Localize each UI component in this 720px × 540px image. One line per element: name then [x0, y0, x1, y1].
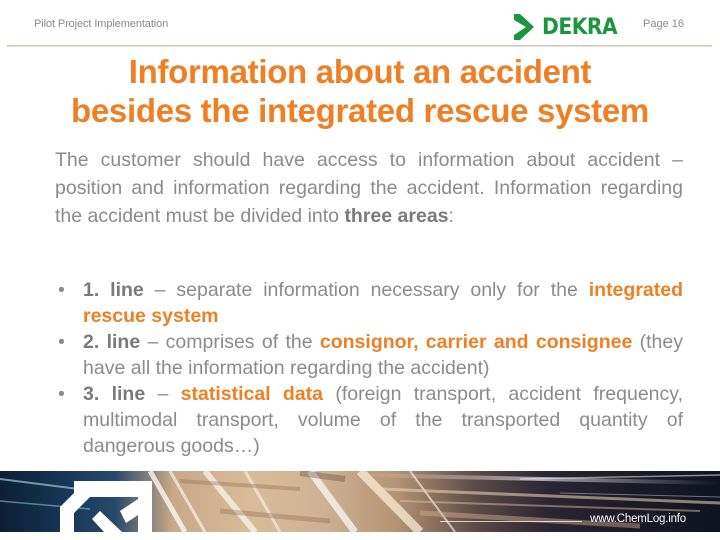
bullet-text: – comprises of the — [140, 331, 320, 353]
intro-paragraph: The customer should have access to infor… — [55, 146, 683, 230]
intro-bold: three areas — [344, 205, 449, 227]
bullet-label: 1. line — [83, 279, 144, 301]
dekra-logo-text: DEKRA — [542, 14, 618, 40]
bullet-item: • 3. line – statistical data (foreign tr… — [55, 381, 683, 459]
dekra-arrow-icon — [514, 14, 534, 40]
page-number: Page 16 — [643, 18, 684, 30]
footer-url[interactable]: www.ChemLog.info — [590, 513, 686, 525]
bullet-item: • 1. line – separate information necessa… — [55, 277, 683, 329]
footer-url-underline — [440, 521, 582, 522]
bullet-icon: • — [58, 331, 65, 353]
slide-title-line-1: Information about an accident — [128, 53, 592, 90]
bullet-label: 2. line — [83, 331, 141, 353]
bullet-highlight: statistical data — [180, 383, 324, 405]
chemlog-arrow-icon — [60, 481, 152, 532]
section-title: Pilot Project Implementation — [34, 18, 169, 30]
bullet-label: 3. line — [83, 383, 146, 405]
bullet-icon: • — [58, 279, 65, 301]
bullet-highlight: consignor, carrier and consignee — [319, 331, 633, 353]
header-divider — [7, 45, 712, 47]
intro-end: : — [448, 205, 454, 227]
bullet-icon: • — [58, 383, 65, 405]
bullet-text: – separate information necessary only fo… — [143, 279, 589, 301]
dekra-logo: DEKRA — [512, 12, 624, 42]
bullet-list: • 1. line – separate information necessa… — [55, 277, 683, 459]
bullet-text: – — [145, 383, 181, 405]
bullet-item: • 2. line – comprises of the consignor, … — [55, 329, 683, 381]
slide-title: Information about an accident besides th… — [0, 52, 720, 130]
slide-title-line-2: besides the integrated rescue system — [71, 92, 649, 129]
